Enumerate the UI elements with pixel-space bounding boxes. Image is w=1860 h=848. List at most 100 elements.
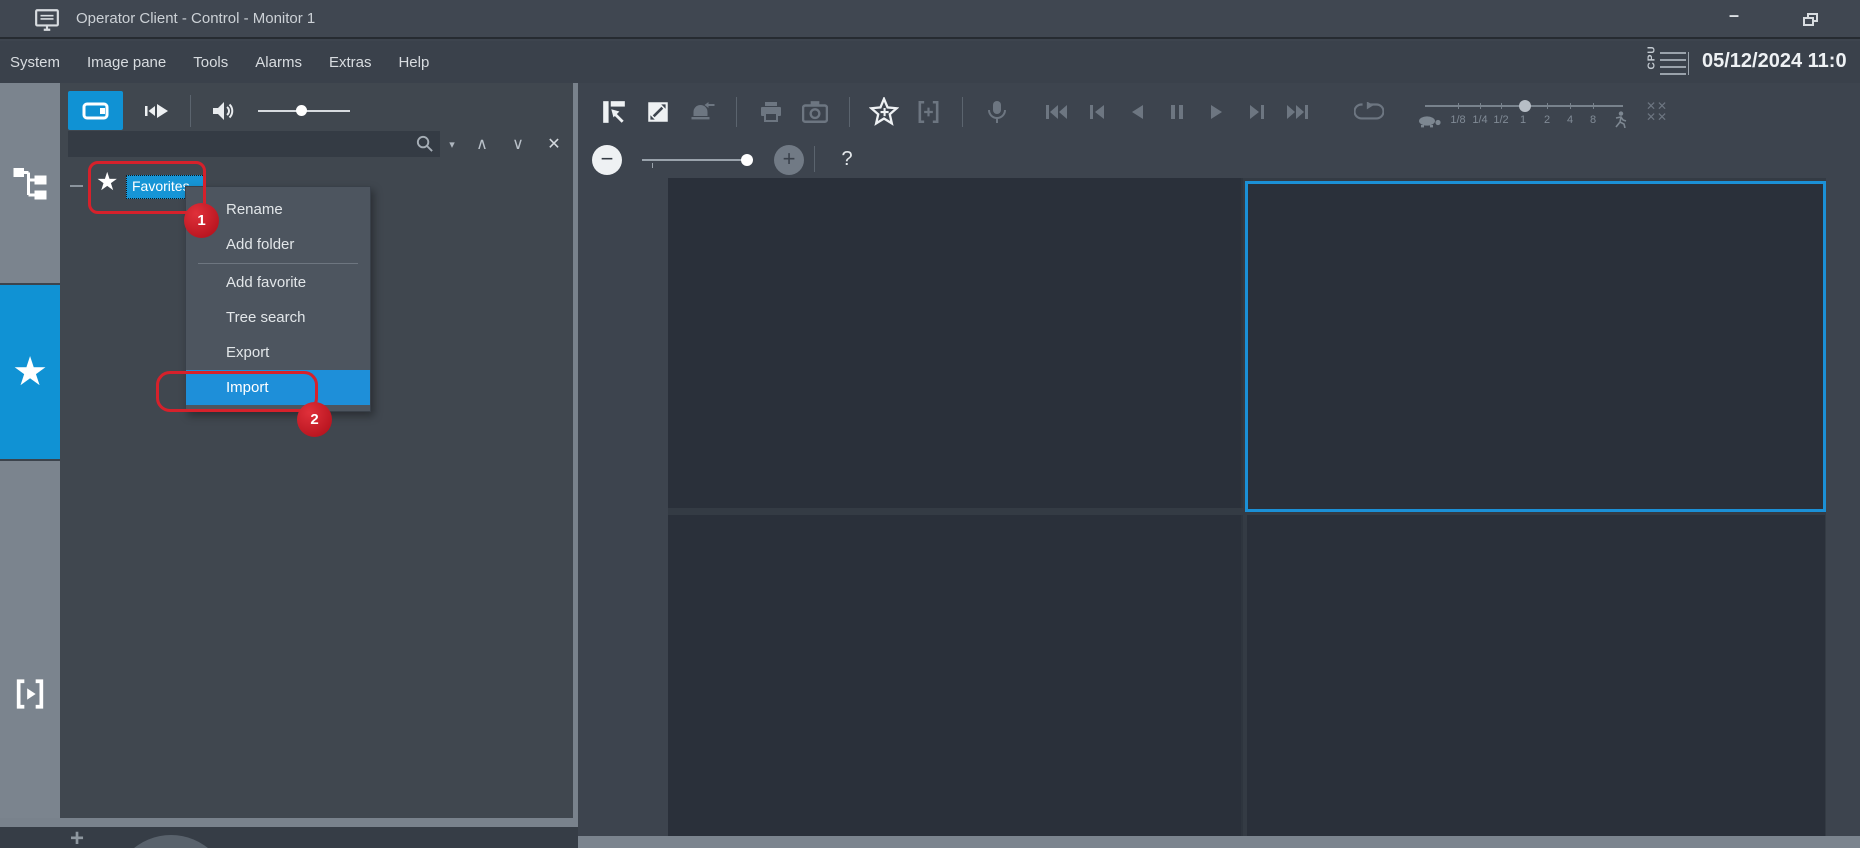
instant-playback-button[interactable] [132,95,180,127]
help-button[interactable]: ? [834,144,860,174]
menu-item-add-favorite[interactable]: Add favorite [186,265,370,300]
pane-count-slider[interactable] [642,159,746,161]
speed-label: 1/4 [1472,114,1487,126]
menu-item-help[interactable]: Help [398,54,429,71]
search-clear-button[interactable]: ✕ [542,131,566,157]
decrease-panes-button[interactable]: − [592,145,622,175]
menu-item-alarms[interactable]: Alarms [255,54,302,71]
increase-panes-button[interactable]: + [774,145,804,175]
menu-item-system[interactable]: System [10,54,60,71]
playback-speed-slider[interactable]: 1/8 1/4 1/2 1 2 4 8 [1415,91,1630,133]
alarm-image-pane-button[interactable] [680,92,724,132]
live-mode-button[interactable] [68,91,123,130]
speaker-icon [210,99,236,123]
image-window-area: 1/8 1/4 1/2 1 2 4 8 ✕✕ ✕✕ − + [578,83,1860,848]
close-all-panes-button[interactable]: ✕✕ ✕✕ [1646,101,1668,123]
monitor-app-icon [34,7,60,33]
add-bookmark-button[interactable] [906,92,950,132]
image-toolbar: 1/8 1/4 1/2 1 2 4 8 ✕✕ ✕✕ [578,83,1860,140]
cpu-meter: CPU [1646,47,1698,79]
menu-item-image-pane[interactable]: Image pane [87,54,166,71]
volume-slider-thumb[interactable] [296,105,307,116]
bottom-scrollbar[interactable] [578,836,1860,848]
toolbar-separator [814,146,815,172]
menu-item-tools[interactable]: Tools [193,54,228,71]
audio-button[interactable] [202,95,244,127]
speed-label: 1/2 [1493,114,1508,126]
restore-button[interactable] [1792,6,1828,32]
restore-layout-button[interactable] [592,92,636,132]
star-icon: ★ [12,352,48,392]
turtle-icon [1417,115,1443,128]
toolbar-separator [849,97,850,127]
image-pane-top-right-selected[interactable] [1245,181,1826,512]
pause-button[interactable] [1157,92,1197,132]
toolbar-separator [736,97,737,127]
restore-icon [1803,13,1818,26]
bottom-divider-bar [0,818,578,827]
sidebar-tab-favorites[interactable]: ★ [0,283,60,461]
print-button[interactable] [749,92,793,132]
menu-separator [198,263,358,264]
camera-icon [802,100,828,124]
toolbar-separator [190,95,191,127]
sidebar-tab-bookmarks[interactable] [0,671,60,717]
annotation-step-1-badge: 1 [184,203,219,238]
ptz-wheel[interactable] [112,835,230,848]
grid-left-margin [578,178,668,836]
image-pane-grid [578,178,1860,836]
maximize-icon [645,99,671,125]
image-pane-top-left[interactable] [668,178,1243,508]
menu-item-export[interactable]: Export [186,335,370,370]
bookmark-plus-icon [915,99,942,125]
star-plus-icon [869,97,899,126]
slider-tick [652,163,653,168]
ptz-zoom-in-button[interactable]: + [70,827,84,848]
speed-label: 2 [1544,114,1550,126]
logical-tree-icon [12,165,48,201]
bookmark-icon [13,677,47,711]
pane-count-slider-thumb[interactable] [741,154,753,166]
speed-label: 4 [1567,114,1573,126]
intercom-button[interactable] [975,92,1019,132]
loop-playback-button[interactable] [1347,92,1391,132]
skip-to-end-button[interactable] [1277,92,1317,132]
step-backward-button[interactable] [1077,92,1117,132]
operator-client-window: Operator Client - Control - Monitor 1 – … [0,0,1860,848]
speed-slider-thumb[interactable] [1519,100,1531,112]
annotation-box-step2 [156,371,318,412]
cpu-gauge-icon [1660,52,1689,75]
speed-label: 1/8 [1450,114,1465,126]
add-favorite-button[interactable] [862,92,906,132]
search-input[interactable] [70,132,408,156]
play-button[interactable] [1197,92,1237,132]
window-title: Operator Client - Control - Monitor 1 [76,10,315,27]
tree-search-box [68,131,440,157]
runner-icon [1613,111,1627,128]
search-icon [415,134,434,153]
title-bar: Operator Client - Control - Monitor 1 – [0,0,1860,39]
printer-icon [758,101,784,123]
play-reverse-button[interactable] [1117,92,1157,132]
image-pane-bottom-right[interactable] [1247,515,1825,836]
skip-to-start-button[interactable] [1037,92,1077,132]
sidebar-tab-strip: ★ [0,83,60,818]
favorites-tree-panel: ▾ ∧ ∨ ✕ ★ Favorites Rename Add folder Ad… [60,83,573,818]
menu-item-tree-search[interactable]: Tree search [186,300,370,335]
microphone-icon [985,99,1009,125]
chevron-down-icon: ▾ [449,138,455,151]
search-options-dropdown[interactable]: ▾ [442,131,462,157]
sidebar-tab-logical-tree[interactable] [0,83,60,283]
tree-expander-dash [70,185,83,187]
step-forward-button[interactable] [1237,92,1277,132]
menu-item-extras[interactable]: Extras [329,54,372,71]
search-next-button[interactable]: ∨ [506,131,530,157]
instant-playback-icon [142,101,170,121]
maximize-pane-button[interactable] [636,92,680,132]
speed-label: 8 [1590,114,1596,126]
snapshot-button[interactable] [793,92,837,132]
loop-icon [1354,102,1384,122]
image-pane-bottom-left[interactable] [668,515,1243,836]
search-previous-button[interactable]: ∧ [470,131,494,157]
minimize-button[interactable]: – [1716,6,1752,32]
